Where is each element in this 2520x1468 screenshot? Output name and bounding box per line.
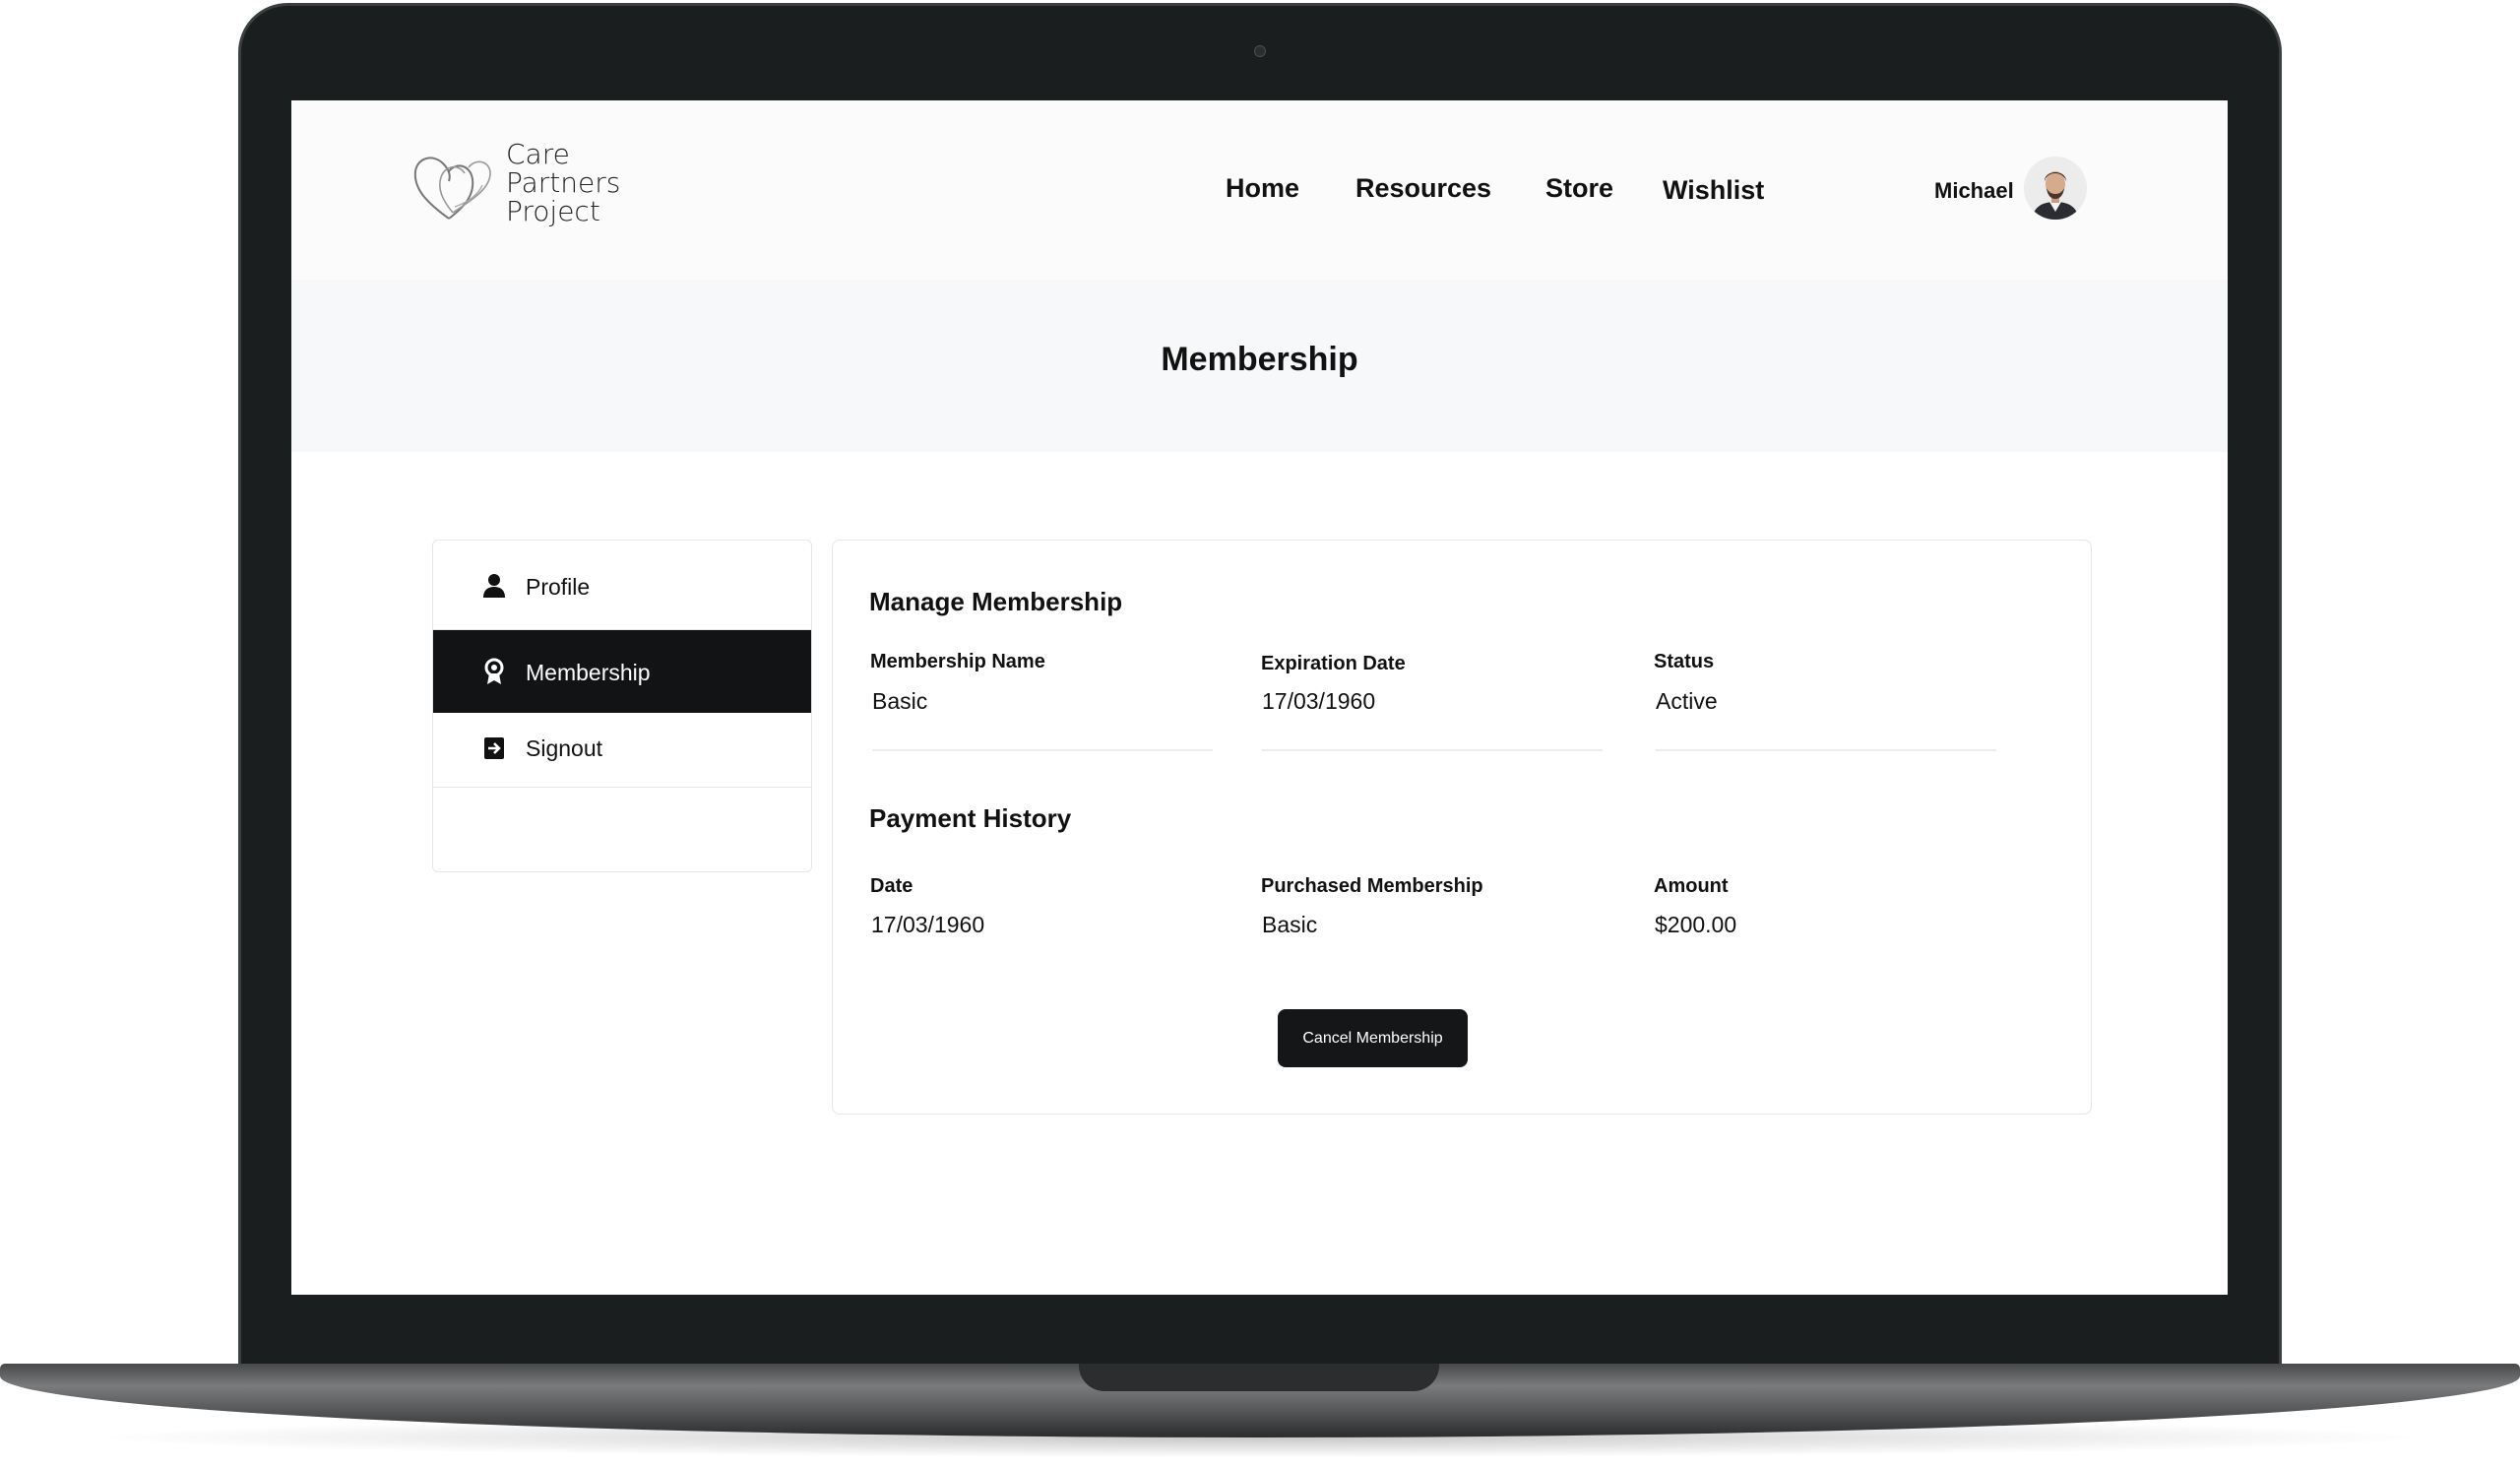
manage-membership-title: Manage Membership bbox=[869, 587, 1123, 616]
logo-line-1: Care bbox=[506, 138, 570, 170]
avatar[interactable] bbox=[2024, 157, 2087, 220]
user-name[interactable]: Michael bbox=[1934, 178, 2014, 204]
cancel-membership-button[interactable]: Cancel Membership bbox=[1278, 1009, 1468, 1067]
sidebar-item-profile[interactable]: Profile bbox=[433, 541, 811, 630]
signout-icon bbox=[484, 737, 504, 759]
column-header-date: Date bbox=[870, 875, 914, 897]
payment-date: 17/03/1960 bbox=[871, 912, 985, 937]
sidebar-item-label: Profile bbox=[526, 574, 591, 600]
membership-name-value: Basic bbox=[872, 688, 928, 714]
nav-resources[interactable]: Resources bbox=[1355, 173, 1491, 204]
hearts-logo-icon bbox=[413, 157, 491, 220]
divider bbox=[1262, 749, 1603, 751]
payment-history-title: Payment History bbox=[869, 803, 1072, 833]
account-sidebar: Profile Membership Signout bbox=[432, 540, 812, 872]
column-header-purchased-membership: Purchased Membership bbox=[1261, 875, 1483, 897]
nav-wishlist[interactable]: Wishlist bbox=[1663, 175, 1764, 206]
page-title: Membership bbox=[1161, 341, 1358, 378]
logo-line-2: Partners bbox=[506, 166, 621, 199]
sidebar-item-membership[interactable]: Membership bbox=[433, 630, 811, 713]
membership-name-label: Membership Name bbox=[870, 651, 1045, 672]
status-value: Active bbox=[1656, 688, 1718, 714]
badge-icon bbox=[484, 658, 504, 684]
site-header: Care Partners Project Home Resources Sto… bbox=[291, 100, 2228, 280]
sidebar-item-label: Signout bbox=[526, 735, 603, 761]
divider bbox=[1656, 749, 1996, 751]
avatar-portrait-icon bbox=[2024, 157, 2087, 220]
payment-amount: $200.00 bbox=[1655, 912, 1737, 937]
brand-logo[interactable]: Care Partners Project bbox=[410, 140, 626, 233]
sidebar-item-label: Membership bbox=[526, 660, 651, 685]
expiration-date-label: Expiration Date bbox=[1261, 653, 1406, 674]
status-label: Status bbox=[1654, 651, 1715, 672]
logo-wordmark: Care Partners Project bbox=[506, 140, 620, 225]
divider bbox=[872, 749, 1213, 751]
camera-icon bbox=[1254, 45, 1266, 57]
column-header-amount: Amount bbox=[1654, 875, 1729, 897]
nav-home[interactable]: Home bbox=[1226, 173, 1299, 204]
screen: Care Partners Project Home Resources Sto… bbox=[291, 100, 2228, 1295]
membership-card: Manage Membership Membership Name Basic … bbox=[832, 540, 2092, 1115]
expiration-date-value: 17/03/1960 bbox=[1262, 688, 1376, 714]
sidebar-item-signout[interactable]: Signout bbox=[433, 713, 811, 788]
user-icon bbox=[483, 574, 505, 598]
payment-membership: Basic bbox=[1262, 912, 1318, 937]
laptop-notch bbox=[1079, 1364, 1439, 1391]
logo-line-3: Project bbox=[506, 195, 600, 227]
nav-store[interactable]: Store bbox=[1545, 173, 1613, 204]
